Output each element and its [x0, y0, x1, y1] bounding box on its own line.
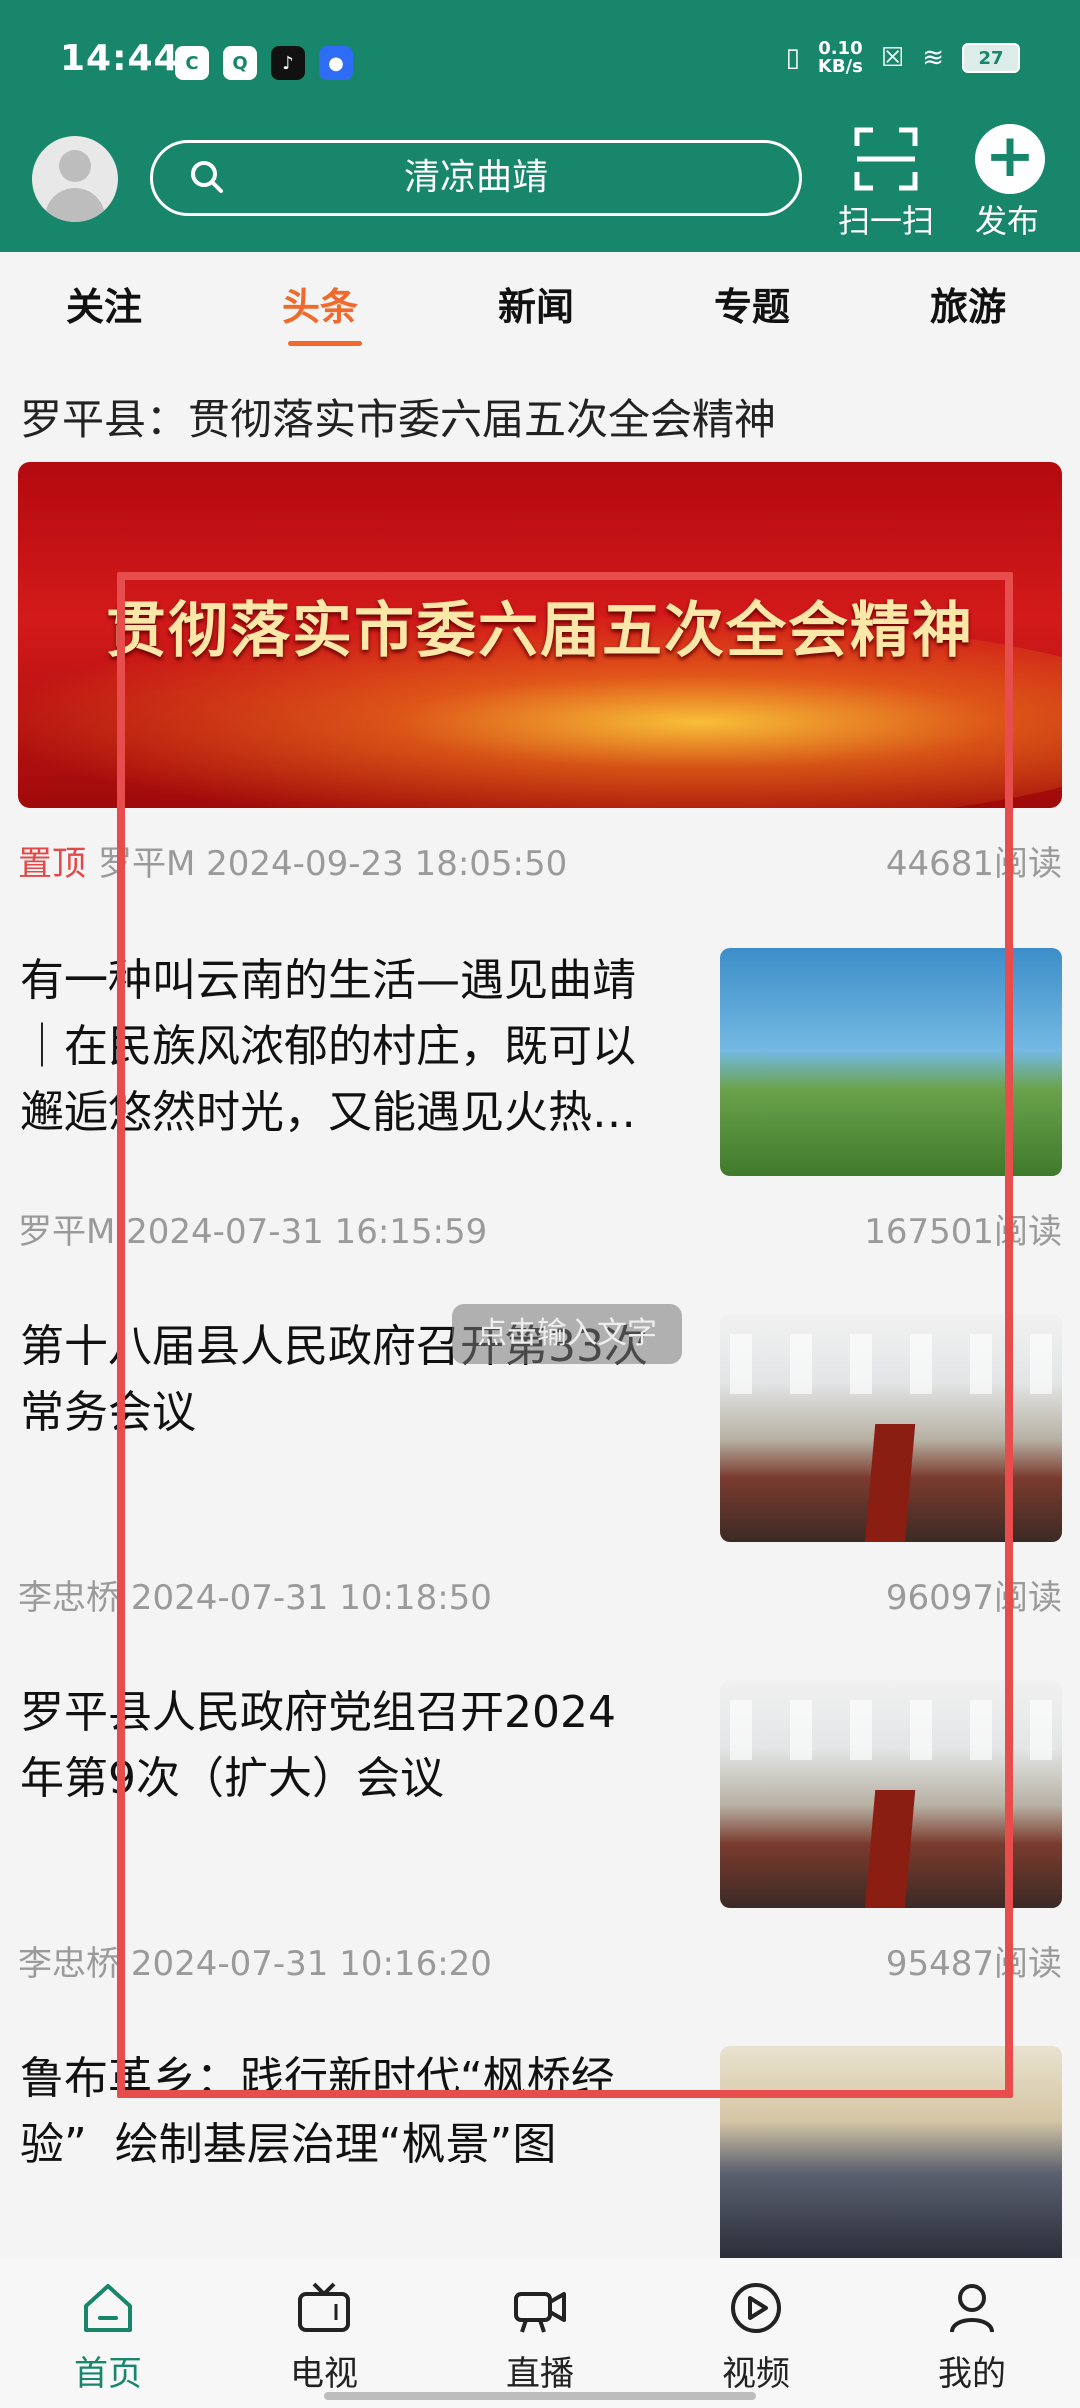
nav-video[interactable]: 视频	[686, 2280, 826, 2395]
avatar[interactable]	[32, 136, 118, 222]
status-time: 14:44	[60, 38, 180, 79]
nav-label: 视频	[722, 2354, 790, 2394]
gesture-home-bar[interactable]	[324, 2392, 756, 2400]
publish-button[interactable]: + 发布	[952, 122, 1062, 242]
status-bar: 14:44 C Q ♪ ● ▯ 0.10 KB/s ☒ ≋ 27	[0, 0, 1080, 126]
notification-icons: C Q ♪ ●	[175, 46, 353, 80]
tiktok-icon: ♪	[271, 46, 305, 80]
nav-label: 首页	[74, 2354, 142, 2394]
tv-icon	[298, 2282, 350, 2332]
person-icon	[950, 2284, 994, 2333]
scan-icon	[853, 126, 919, 192]
scan-button[interactable]: 扫一扫	[831, 122, 941, 242]
avatar-body	[45, 188, 105, 222]
nav-live[interactable]: 直播	[470, 2280, 610, 2395]
category-tabs: 关注 头条 新闻 专题 旅游	[0, 252, 1080, 362]
tab-follow[interactable]: 关注	[66, 276, 142, 331]
nav-tv[interactable]: 电视	[254, 2280, 394, 2395]
avatar-head	[59, 150, 91, 182]
tab-news[interactable]: 新闻	[498, 276, 574, 331]
status-right: ▯ 0.10 KB/s ☒ ≋ 27	[786, 40, 1020, 76]
bottom-nav: 首页 电视 直播 视频 我的	[0, 2258, 1080, 2408]
nav-label: 电视	[290, 2354, 358, 2394]
news-author: 李忠桥	[18, 1578, 120, 1618]
tab-headlines[interactable]: 头条	[282, 276, 358, 331]
search-text: 清凉曲靖	[403, 157, 548, 198]
cc-app-icon: C	[175, 46, 209, 80]
nav-label: 我的	[938, 2354, 1006, 2394]
data-off-icon: ☒	[880, 43, 905, 73]
top-header: 14:44 C Q ♪ ● ▯ 0.10 KB/s ☒ ≋ 27 清凉曲靖 扫一…	[0, 0, 1080, 252]
battery-indicator: 27	[962, 43, 1020, 73]
live-camera-icon	[514, 2292, 566, 2333]
network-speed-unit: KB/s	[817, 56, 863, 77]
play-icon	[731, 2283, 781, 2333]
home-icon	[84, 2284, 132, 2332]
tab-travel[interactable]: 旅游	[930, 276, 1006, 331]
tab-topics[interactable]: 专题	[714, 276, 790, 331]
publish-label: 发布	[974, 202, 1039, 240]
search-bar[interactable]: 清凉曲靖	[150, 140, 802, 216]
featured-title[interactable]: 罗平县：贯彻落实市委六届五次全会精神	[20, 386, 776, 447]
plus-icon: +	[975, 124, 1045, 194]
browser-icon: ●	[319, 46, 353, 80]
vibrate-icon: ▯	[785, 43, 800, 73]
news-author: 罗平M	[18, 1212, 116, 1252]
network-speed: 0.10 KB/s	[818, 40, 863, 76]
text-input-tooltip[interactable]: 点击输入文字	[452, 1304, 682, 1364]
active-tab-indicator	[288, 341, 362, 346]
news-author: 李忠桥	[18, 1944, 120, 1984]
wifi-icon: ≋	[922, 43, 944, 73]
nav-label: 直播	[506, 2354, 574, 2394]
qq-app-icon: Q	[223, 46, 257, 80]
title-line: 验” 绘制基层治理“枫景”图	[20, 2119, 557, 2170]
scan-label: 扫一扫	[837, 202, 934, 240]
nav-me[interactable]: 我的	[902, 2280, 1042, 2395]
nav-home[interactable]: 首页	[38, 2280, 178, 2395]
pinned-badge: 置顶	[18, 844, 86, 884]
